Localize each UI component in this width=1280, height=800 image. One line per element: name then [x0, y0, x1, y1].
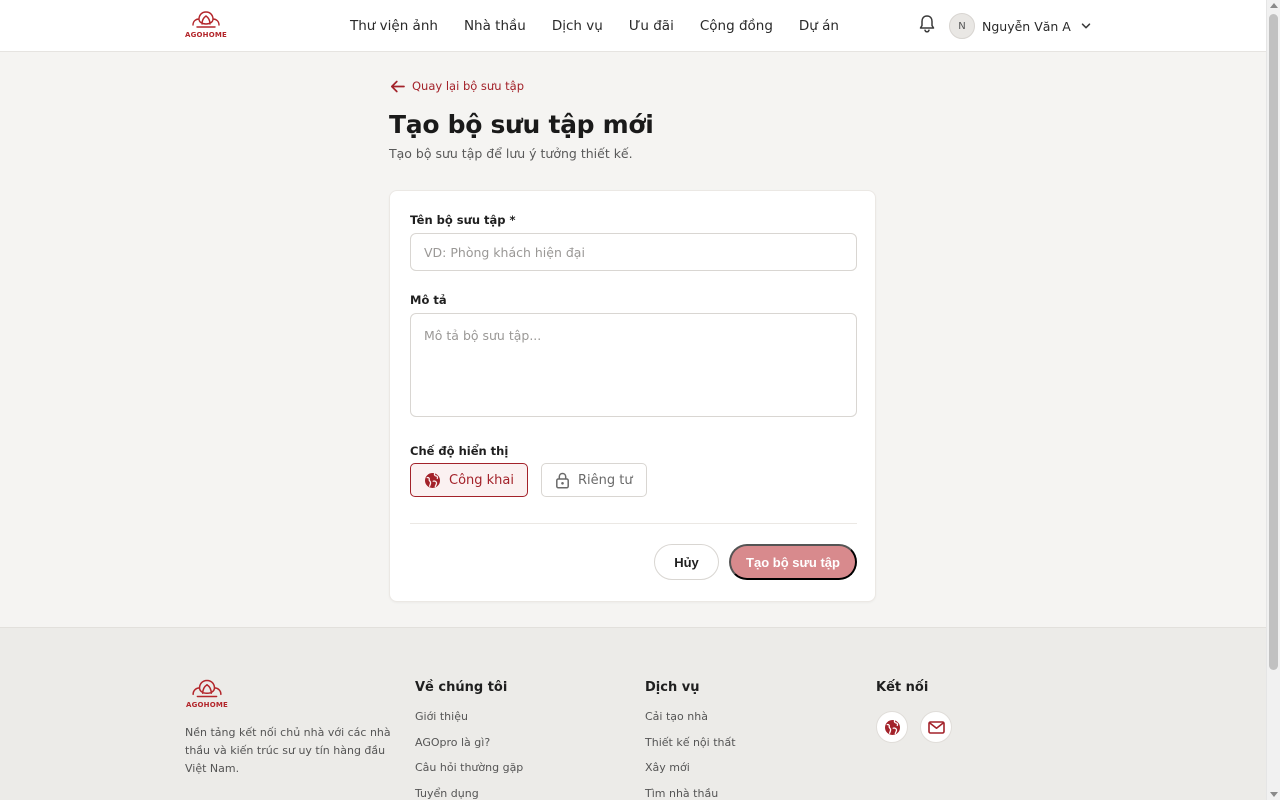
footer-about-column: Về chúng tôi Giới thiệu AGOpro là gì? Câ… [415, 680, 523, 800]
logo-mark-icon [192, 11, 220, 28]
scrollbar-thumb[interactable] [1269, 14, 1278, 670]
footer-link-about[interactable]: Giới thiệu [415, 710, 523, 736]
collection-name-input[interactable] [410, 233, 857, 271]
footer-description: Nền tảng kết nối chủ nhà với các nhà thầ… [185, 726, 391, 775]
user-name: Nguyễn Văn A [982, 18, 1071, 34]
page-subtitle: Tạo bộ sưu tập để lưu ý tưởng thiết kế. [389, 146, 633, 161]
nav-item-offers[interactable]: Ưu đãi [629, 18, 674, 34]
nav-item-photo-library[interactable]: Thư viện ảnh [350, 18, 438, 34]
create-collection-form: Tên bộ sưu tập * Mô tả Chế độ hiển thị C… [389, 190, 876, 602]
footer-logo[interactable]: AGOHOME [184, 678, 230, 709]
lock-icon [556, 472, 569, 489]
visibility-private-option[interactable]: Riêng tư [541, 463, 647, 497]
nav-item-projects[interactable]: Dự án [799, 18, 839, 34]
logo-text: AGOHOME [184, 31, 228, 39]
brand-logo[interactable]: AGOHOME [184, 10, 228, 42]
footer-link-faq[interactable]: Câu hỏi thường gặp [415, 761, 523, 787]
cancel-button[interactable]: Hủy [654, 544, 719, 580]
visibility-label: Chế độ hiển thị [410, 444, 509, 458]
create-collection-button[interactable]: Tạo bộ sưu tập [729, 544, 857, 580]
back-link-label: Quay lại bộ sưu tập [412, 79, 525, 93]
footer-link-find-contractor[interactable]: Tìm nhà thầu [645, 787, 736, 800]
chevron-down-icon [1081, 23, 1091, 29]
site-footer: AGOHOME Nền tảng kết nối chủ nhà với các… [0, 627, 1266, 800]
footer-link-agopro[interactable]: AGOpro là gì? [415, 736, 523, 762]
footer-about-title: Về chúng tôi [415, 680, 508, 695]
main-nav: Thư viện ảnh Nhà thầu Dịch vụ Ưu đãi Cộn… [350, 0, 839, 52]
visibility-options: Công khai Riêng tư [410, 463, 647, 497]
scroll-down-arrow-icon[interactable] [1270, 792, 1278, 797]
footer-connect-column: Kết nối [876, 680, 928, 710]
avatar: N [949, 13, 975, 39]
footer-link-careers[interactable]: Tuyển dụng [415, 787, 523, 800]
viewport: AGOHOME Thư viện ảnh Nhà thầu Dịch vụ Ưu… [0, 0, 1266, 800]
scroll-up-arrow-icon[interactable] [1270, 3, 1278, 8]
footer-link-interior-design[interactable]: Thiết kế nội thất [645, 736, 736, 762]
mail-icon[interactable] [920, 711, 952, 743]
back-to-collections-link[interactable]: Quay lại bộ sưu tập [390, 79, 524, 93]
arrow-left-icon [390, 80, 405, 92]
globe-icon [425, 472, 440, 488]
nav-item-contractors[interactable]: Nhà thầu [464, 18, 526, 34]
footer-link-renovation[interactable]: Cải tạo nhà [645, 710, 736, 736]
top-header: AGOHOME Thư viện ảnh Nhà thầu Dịch vụ Ưu… [0, 0, 1266, 52]
social-links [876, 711, 952, 743]
footer-services-column: Dịch vụ Cải tạo nhà Thiết kế nội thất Xâ… [645, 680, 736, 800]
footer-services-title: Dịch vụ [645, 680, 700, 695]
nav-item-community[interactable]: Cộng đồng [700, 18, 773, 34]
user-menu[interactable]: N Nguyễn Văn A [949, 13, 1092, 39]
page-scrollbar[interactable] [1266, 0, 1280, 800]
footer-connect-title: Kết nối [876, 680, 929, 695]
globe-icon[interactable] [876, 711, 908, 743]
form-divider [410, 523, 857, 524]
visibility-private-label: Riêng tư [578, 472, 633, 488]
logo-mark-icon [192, 679, 222, 698]
footer-link-new-build[interactable]: Xây mới [645, 761, 736, 787]
bell-icon[interactable] [918, 14, 936, 34]
nav-item-services[interactable]: Dịch vụ [552, 18, 603, 34]
footer-logo-text: AGOHOME [185, 701, 229, 709]
page-title: Tạo bộ sưu tập mới [389, 110, 654, 139]
collection-name-label: Tên bộ sưu tập * [410, 213, 516, 227]
visibility-public-label: Công khai [449, 472, 514, 488]
description-textarea[interactable] [410, 313, 857, 417]
visibility-public-option[interactable]: Công khai [410, 463, 528, 497]
description-label: Mô tả [410, 293, 447, 307]
